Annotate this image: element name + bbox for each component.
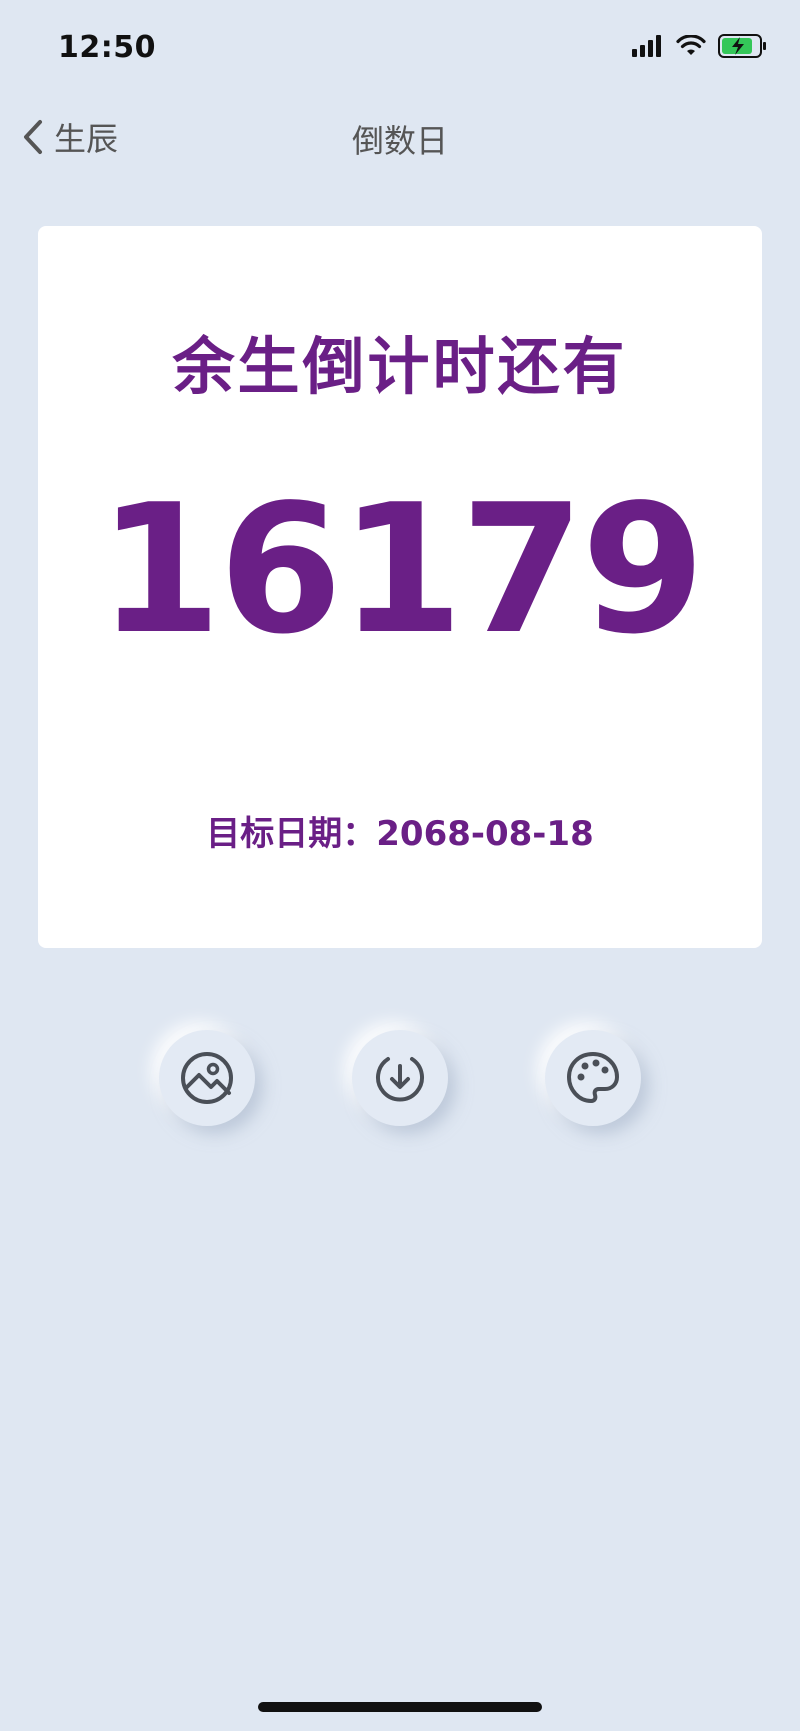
status-bar: 12:50	[0, 0, 800, 100]
download-icon	[376, 1057, 424, 1102]
wifi-icon	[676, 35, 706, 55]
battery-charging-icon	[718, 34, 766, 58]
countdown-card: 余生倒计时还有 16179 目标日期：2068-08-18	[38, 226, 762, 948]
status-time: 12:50	[58, 30, 156, 65]
nav-bar: 生辰 倒数日	[0, 100, 800, 172]
download-button[interactable]	[352, 1030, 448, 1126]
target-date: 目标日期：2068-08-18	[206, 814, 594, 854]
status-icons	[632, 34, 768, 58]
countdown-days: 16179	[97, 466, 705, 673]
countdown-heading: 余生倒计时还有	[172, 330, 628, 403]
image-button[interactable]	[159, 1030, 255, 1126]
image-icon	[181, 1052, 233, 1104]
home-indicator	[258, 1702, 542, 1712]
cellular-signal-icon	[632, 35, 661, 57]
palette-button[interactable]	[545, 1030, 641, 1126]
page-title: 倒数日	[351, 122, 448, 160]
action-bar	[0, 1030, 800, 1130]
palette-icon	[567, 1052, 619, 1103]
